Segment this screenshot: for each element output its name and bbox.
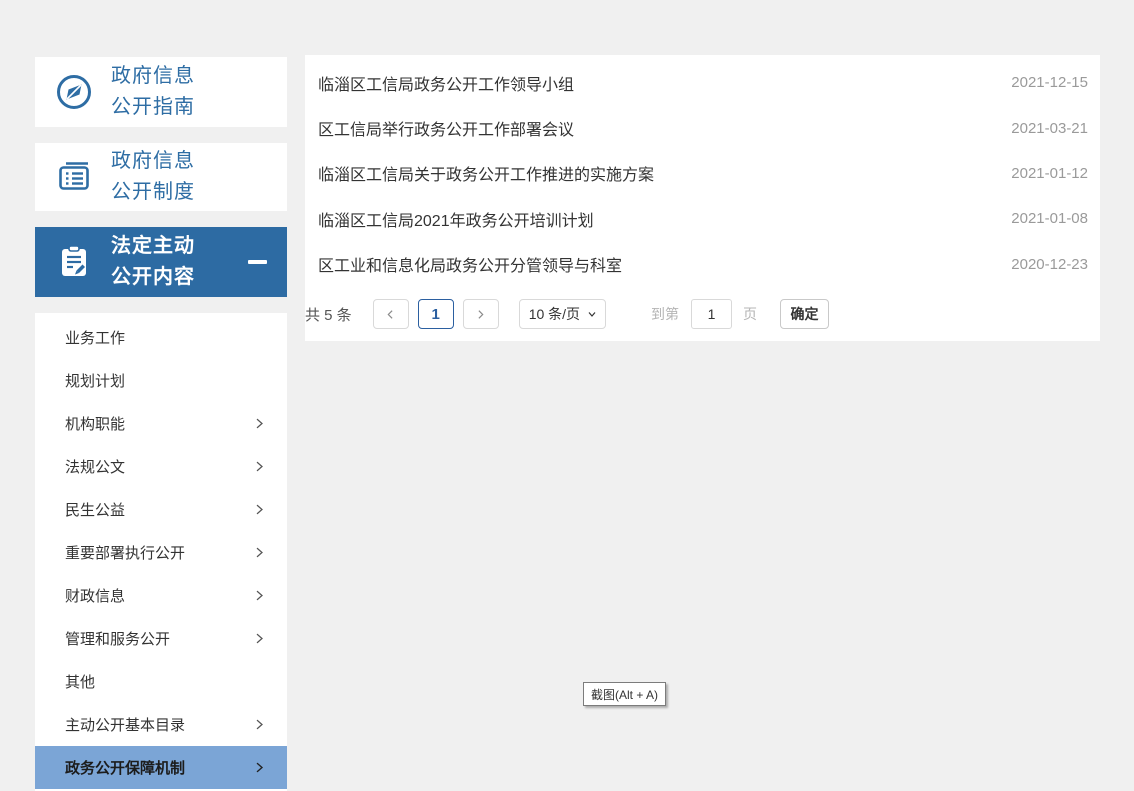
submenu-item-label: 财政信息 xyxy=(65,585,125,606)
submenu-item-label: 其他 xyxy=(65,671,95,692)
news-date: 2021-01-12 xyxy=(1011,165,1088,182)
sidebar-item-gov-info-rules[interactable]: 政府信息 公开制度 xyxy=(35,143,287,211)
sidebar-item-label: 政府信息 公开制度 xyxy=(111,146,195,208)
submenu-item-label: 规划计划 xyxy=(65,370,125,391)
submenu-item-label: 民生公益 xyxy=(65,499,125,520)
rules-book-icon xyxy=(53,156,95,198)
goto-prefix-label: 到第 xyxy=(651,304,679,324)
page-size-value: 10 条/页 xyxy=(529,304,580,324)
submenu-item-business-work[interactable]: 业务工作 xyxy=(35,316,287,359)
compass-icon xyxy=(53,71,95,113)
sidebar: 政府信息 公开指南 政府信息 公开制度 xyxy=(35,57,287,791)
submenu-item-fiscal-info[interactable]: 财政信息 xyxy=(35,574,287,617)
news-row[interactable]: 临淄区工信局关于政务公开工作推进的实施方案 2021-01-12 xyxy=(318,151,1088,196)
submenu-item-label: 业务工作 xyxy=(65,327,125,348)
submenu-item-laws-documents[interactable]: 法规公文 xyxy=(35,445,287,488)
news-date: 2021-03-21 xyxy=(1011,120,1088,137)
submenu-item-livelihood[interactable]: 民生公益 xyxy=(35,488,287,531)
submenu-item-label: 主动公开基本目录 xyxy=(65,714,185,735)
chevron-right-icon xyxy=(252,545,267,560)
news-row[interactable]: 临淄区工信局政务公开工作领导小组 2021-12-15 xyxy=(318,60,1088,105)
news-title-link[interactable]: 临淄区工信局关于政务公开工作推进的实施方案 xyxy=(318,161,654,185)
chevron-right-icon xyxy=(252,631,267,646)
news-date: 2020-12-23 xyxy=(1011,256,1088,273)
prev-page-button[interactable] xyxy=(373,299,409,329)
chevron-right-icon xyxy=(252,416,267,431)
news-row[interactable]: 区工信局举行政务公开工作部署会议 2021-03-21 xyxy=(318,105,1088,150)
news-date: 2021-12-15 xyxy=(1011,74,1088,91)
submenu-item-label: 法规公文 xyxy=(65,456,125,477)
sidebar-item-statutory-disclosure[interactable]: 法定主动 公开内容 xyxy=(35,227,287,297)
sidebar-item-label: 政府信息 公开指南 xyxy=(111,61,195,123)
page-size-select[interactable]: 10 条/页 xyxy=(519,299,606,329)
submenu-item-other[interactable]: 其他 xyxy=(35,660,287,703)
goto-page-input[interactable] xyxy=(691,299,732,329)
submenu-item-label: 管理和服务公开 xyxy=(65,628,170,649)
page-number-button[interactable]: 1 xyxy=(418,299,454,329)
current-page-label: 1 xyxy=(432,306,440,323)
submenu-item-management-services[interactable]: 管理和服务公开 xyxy=(35,617,287,660)
submenu-item-org-functions[interactable]: 机构职能 xyxy=(35,402,287,445)
submenu-item-label: 机构职能 xyxy=(65,413,125,434)
goto-suffix-label: 页 xyxy=(743,304,757,324)
news-row[interactable]: 临淄区工信局2021年政务公开培训计划 2021-01-08 xyxy=(318,196,1088,241)
goto-page-group: 到第 页 xyxy=(651,299,757,329)
submenu-item-disclosure-guarantee[interactable]: 政务公开保障机制 xyxy=(35,746,287,789)
news-row[interactable]: 区工业和信息化局政务公开分管领导与科室 2020-12-23 xyxy=(318,242,1088,287)
news-title-link[interactable]: 临淄区工信局政务公开工作领导小组 xyxy=(318,71,574,95)
submenu-item-basic-catalog[interactable]: 主动公开基本目录 xyxy=(35,703,287,746)
sidebar-submenu: 业务工作 规划计划 机构职能 法规公文 民生公益 重要部署执行公开 xyxy=(35,313,287,791)
submenu-item-label: 重要部署执行公开 xyxy=(65,542,185,563)
news-date: 2021-01-08 xyxy=(1011,210,1088,227)
submenu-item-planning[interactable]: 规划计划 xyxy=(35,359,287,402)
clipboard-pen-icon xyxy=(53,241,95,283)
submenu-item-label: 政务公开保障机制 xyxy=(65,757,185,778)
content-panel: 临淄区工信局政务公开工作领导小组 2021-12-15 区工信局举行政务公开工作… xyxy=(305,55,1100,341)
collapse-minus-icon xyxy=(248,260,267,264)
news-list: 临淄区工信局政务公开工作领导小组 2021-12-15 区工信局举行政务公开工作… xyxy=(305,55,1100,287)
chevron-down-icon xyxy=(586,308,598,320)
sidebar-item-label: 法定主动 公开内容 xyxy=(111,231,195,293)
chevron-right-icon xyxy=(252,717,267,732)
pagination: 共 5 条 1 10 条/页 到第 页 确定 xyxy=(305,296,1100,332)
chevron-right-icon xyxy=(252,459,267,474)
chevron-right-icon xyxy=(252,760,267,775)
screenshot-tooltip-label: 截图(Alt + A) xyxy=(591,686,658,703)
goto-confirm-button[interactable]: 确定 xyxy=(780,299,829,329)
news-title-link[interactable]: 区工业和信息化局政务公开分管领导与科室 xyxy=(318,252,622,276)
chevron-right-icon xyxy=(252,588,267,603)
submenu-item-key-deployment[interactable]: 重要部署执行公开 xyxy=(35,531,287,574)
screenshot-tooltip: 截图(Alt + A) xyxy=(583,682,666,706)
news-title-link[interactable]: 区工信局举行政务公开工作部署会议 xyxy=(318,116,574,140)
news-title-link[interactable]: 临淄区工信局2021年政务公开培训计划 xyxy=(318,207,594,231)
pagination-total: 共 5 条 xyxy=(305,304,352,325)
chevron-right-icon xyxy=(252,502,267,517)
next-page-button[interactable] xyxy=(463,299,499,329)
sidebar-item-gov-info-guide[interactable]: 政府信息 公开指南 xyxy=(35,57,287,127)
